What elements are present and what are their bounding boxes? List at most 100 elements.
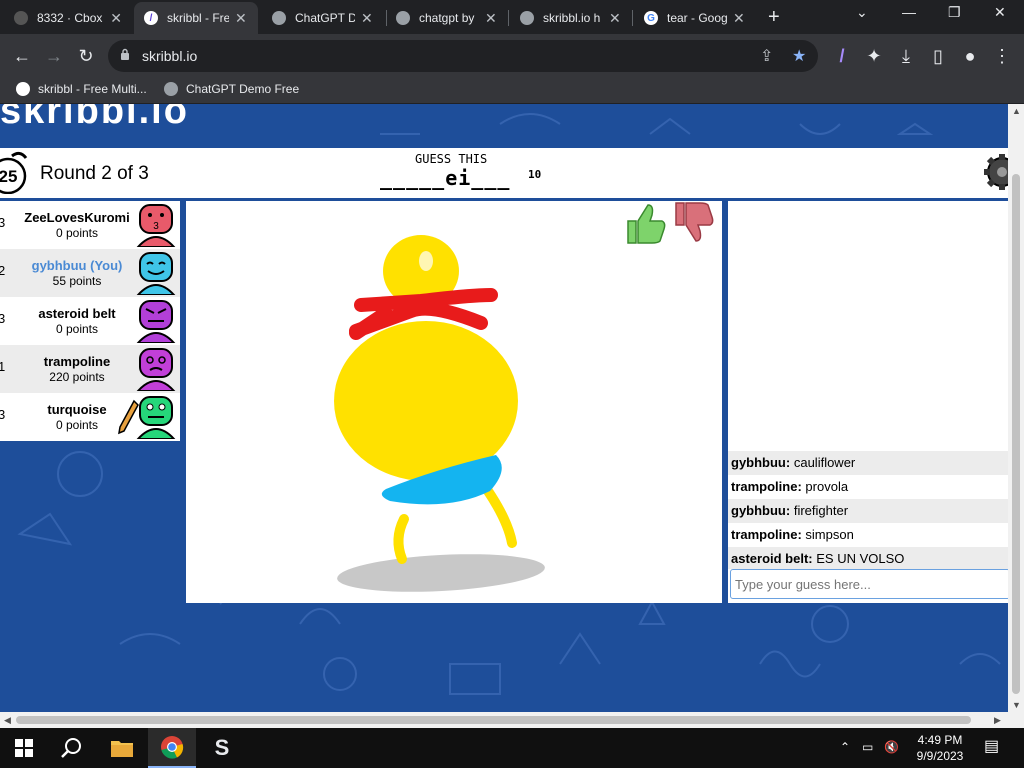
extensions-puzzle-icon[interactable]: ✦ (862, 44, 886, 68)
profile-avatar-icon[interactable]: ● (958, 44, 982, 68)
round-indicator: Round 2 of 3 (40, 163, 149, 184)
chat-username: trampoline: (731, 479, 802, 494)
scroll-right-arrow-icon[interactable]: ▶ (994, 715, 1001, 726)
chat-text: firefighter (793, 503, 849, 518)
chat-username: gybhbuu: (731, 503, 791, 518)
bookmark-skribbl[interactable]: skribbl - Free Multi... (16, 82, 147, 96)
player-name: ZeeLovesKuromi (24, 210, 130, 225)
word-length: 10 (528, 168, 542, 181)
drawing-artwork (334, 235, 545, 592)
player-rank: 2 (0, 263, 6, 278)
app-s-taskbar-icon[interactable]: S (198, 728, 246, 768)
player-points: 0 points (55, 226, 99, 240)
player-points: 0 points (55, 322, 99, 336)
chat-message: gybhbuu: firefighter (728, 499, 1008, 523)
player-name: gybhbuu (You) (31, 258, 123, 273)
bookmark-star-icon[interactable]: ★ (792, 46, 806, 66)
close-icon[interactable]: ✕ (110, 10, 122, 27)
tab-title: skribbl.io h (543, 11, 601, 25)
side-panel-icon[interactable]: ▯ (926, 44, 950, 68)
skribbl-extension-icon[interactable]: / (830, 44, 854, 68)
globe-icon (164, 82, 178, 96)
browser-tab-cbox[interactable]: 8332 · Cbox ✕ (4, 2, 132, 34)
skribbl-favicon-icon: / (144, 11, 158, 25)
network-icon[interactable]: ▭ (862, 740, 873, 754)
download-icon[interactable]: ⤓ (894, 44, 918, 68)
browser-tab-strip: 8332 · Cbox ✕ / skribbl - Free Multiplay… (0, 0, 1024, 34)
player-list: 3 ZeeLovesKuromi 0 points 3 2 gybhbuu (Y… (0, 201, 180, 441)
thumbs-down-icon[interactable] (672, 201, 716, 245)
settings-gear-icon[interactable] (982, 152, 1008, 192)
browser-tab-chatgpt-demo[interactable]: ChatGPT Demo Free ✕ (262, 2, 384, 34)
restore-icon[interactable]: ❐ (948, 4, 961, 21)
player-row-drawing[interactable]: 3 turquoise 0 points (0, 393, 180, 441)
word-hint: _____ei___ (380, 166, 511, 190)
globe-icon (272, 11, 286, 25)
menu-kebab-icon[interactable]: ⋮ (990, 44, 1014, 68)
drawing-canvas[interactable] (186, 201, 722, 603)
browser-tab-skribbl[interactable]: / skribbl - Free Multiplayer ✕ (134, 2, 258, 34)
player-avatar (136, 300, 176, 343)
share-icon[interactable]: ⇪ (760, 46, 773, 66)
address-bar[interactable]: skribbl.io ⇪ ★ (108, 40, 818, 72)
volume-muted-icon[interactable]: 🔇 (884, 740, 899, 754)
vertical-scrollbar[interactable]: ▲ ▼ (1008, 104, 1024, 712)
windows-start-icon[interactable] (0, 728, 48, 768)
player-rank: 3 (0, 407, 6, 422)
system-clock[interactable]: 4:49 PM 9/9/2023 (905, 732, 975, 764)
close-icon[interactable]: ✕ (733, 10, 745, 27)
chat-message: gybhbuu: cauliflower (728, 451, 1008, 475)
player-row[interactable]: 3 asteroid belt 0 points (0, 297, 180, 345)
tray-chevron-up-icon[interactable]: ⌃ (840, 740, 850, 754)
player-name: asteroid belt (38, 306, 116, 321)
player-row-self[interactable]: 2 gybhbuu (You) 55 points (0, 249, 180, 297)
bookmark-chatgpt-demo[interactable]: ChatGPT Demo Free (164, 82, 299, 96)
chat-text: simpson (805, 527, 854, 542)
player-row[interactable]: 3 ZeeLovesKuromi 0 points 3 (0, 201, 180, 249)
close-icon[interactable]: ✕ (235, 10, 247, 27)
browser-tab-chatgpt-by[interactable]: chatgpt by ✕ (386, 2, 508, 34)
horizontal-scroll-thumb[interactable] (16, 716, 971, 724)
player-row[interactable]: 1 trampoline 220 points (0, 345, 180, 393)
tab-title: chatgpt by (419, 11, 475, 25)
tab-search-chevron-icon[interactable]: ⌄ (856, 4, 868, 21)
scroll-left-arrow-icon[interactable]: ◀ (4, 715, 11, 726)
minimize-icon[interactable]: — (902, 4, 916, 20)
close-window-icon[interactable]: ✕ (994, 4, 1006, 21)
chat-message: asteroid belt: ES UN VOLSO (728, 547, 1008, 569)
vertical-scroll-thumb[interactable] (1012, 174, 1020, 694)
thumbs-up-icon[interactable] (624, 201, 668, 245)
alarm-clock-icon: 25 (0, 151, 28, 194)
notifications-icon[interactable]: ▤ (984, 736, 999, 756)
player-rank: 3 (0, 215, 6, 230)
globe-icon (14, 11, 28, 25)
back-arrow-icon[interactable]: ← (10, 44, 34, 68)
player-avatar: 3 (136, 204, 176, 247)
guess-this-label: GUESS THIS (415, 152, 488, 166)
clock-date: 9/9/2023 (916, 749, 964, 763)
browser-tab-google[interactable]: G tear - Google ✕ (634, 2, 756, 34)
player-points: 55 points (52, 274, 102, 288)
new-tab-button[interactable]: + (768, 6, 780, 29)
scroll-up-arrow-icon[interactable]: ▲ (1012, 106, 1021, 116)
file-explorer-icon[interactable] (98, 728, 146, 768)
guess-input[interactable] (730, 569, 1008, 599)
chat-text: provola (805, 479, 849, 494)
search-icon[interactable] (48, 728, 96, 768)
close-icon[interactable]: ✕ (361, 10, 373, 27)
browser-tab-skribbl-h[interactable]: skribbl.io h ✕ (510, 2, 632, 34)
reload-icon[interactable]: ↻ (74, 44, 98, 68)
scroll-down-arrow-icon[interactable]: ▼ (1012, 700, 1021, 710)
player-avatar (136, 252, 176, 295)
chat-username: gybhbuu: (731, 455, 791, 470)
close-icon[interactable]: ✕ (485, 10, 497, 27)
svg-text:3: 3 (153, 221, 159, 232)
close-icon[interactable]: ✕ (609, 10, 621, 27)
horizontal-scrollbar[interactable]: ◀ ▶ (0, 712, 1024, 728)
forward-arrow-icon[interactable]: → (42, 44, 66, 68)
tab-separator (632, 10, 633, 26)
player-avatar (136, 348, 176, 391)
globe-icon (396, 11, 410, 25)
windows-taskbar: S ⌃ ▭ 🔇 4:49 PM 9/9/2023 ▤ (0, 728, 1024, 768)
chrome-taskbar-icon[interactable] (148, 728, 196, 768)
